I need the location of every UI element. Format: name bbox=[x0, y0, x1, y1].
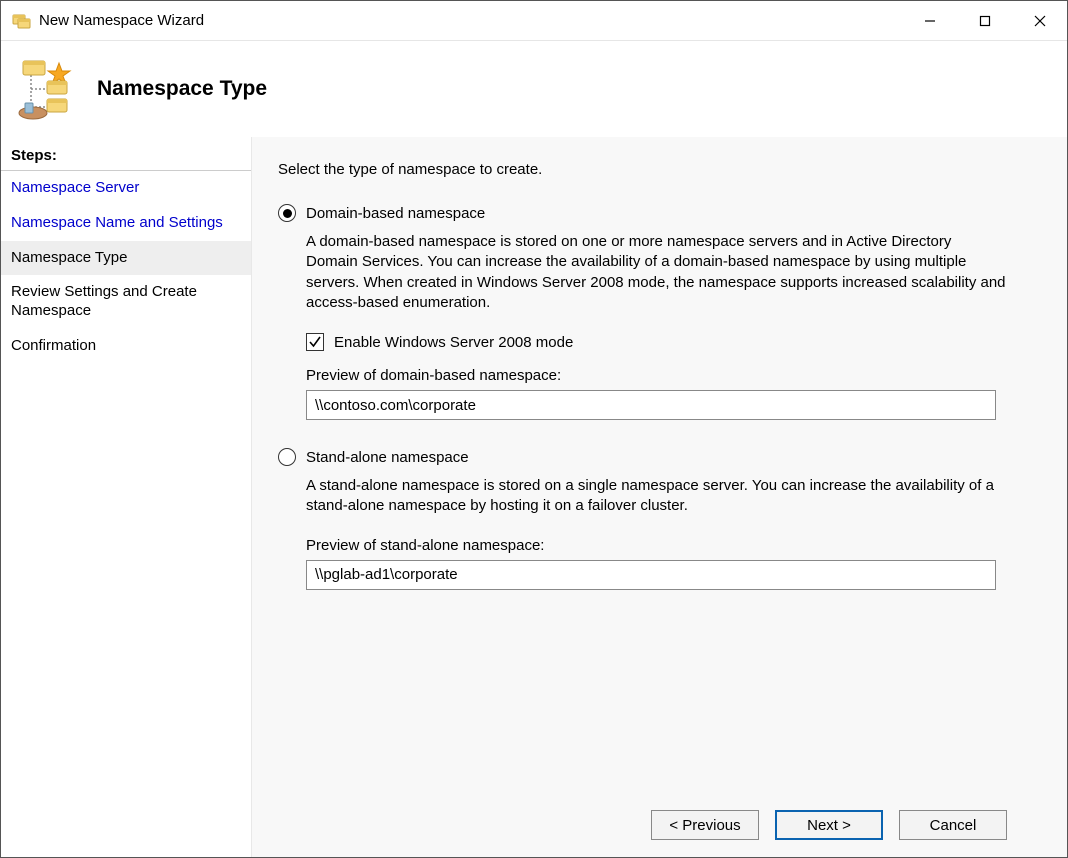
previous-button[interactable]: < Previous bbox=[651, 810, 759, 840]
option-stand-alone: Stand-alone namespace A stand-alone name… bbox=[278, 448, 1033, 590]
radio-stand-alone[interactable] bbox=[278, 448, 296, 466]
cancel-button[interactable]: Cancel bbox=[899, 810, 1007, 840]
preview-value-standalone: \\pglab-ad1\corporate bbox=[306, 560, 996, 590]
body: Steps: Namespace Server Namespace Name a… bbox=[1, 137, 1067, 857]
wizard-banner-icon bbox=[13, 57, 81, 121]
step-namespace-name-and-settings[interactable]: Namespace Name and Settings bbox=[1, 206, 251, 241]
step-namespace-type[interactable]: Namespace Type bbox=[1, 241, 251, 276]
radio-row-domain-based[interactable]: Domain-based namespace bbox=[278, 204, 1033, 222]
radio-row-stand-alone[interactable]: Stand-alone namespace bbox=[278, 448, 1033, 466]
banner: Namespace Type bbox=[1, 41, 1067, 137]
radio-label-domain-based: Domain-based namespace bbox=[306, 205, 485, 222]
wizard-titlebar-icon bbox=[11, 11, 31, 31]
preview-label-domain: Preview of domain-based namespace: bbox=[306, 367, 1033, 384]
window-title: New Namespace Wizard bbox=[39, 12, 902, 29]
description-stand-alone: A stand-alone namespace is stored on a s… bbox=[306, 476, 1006, 517]
step-namespace-server[interactable]: Namespace Server bbox=[1, 171, 251, 206]
instruction-text: Select the type of namespace to create. bbox=[278, 161, 1033, 178]
steps-sidebar: Steps: Namespace Server Namespace Name a… bbox=[1, 137, 251, 857]
banner-heading: Namespace Type bbox=[97, 77, 267, 101]
titlebar: New Namespace Wizard bbox=[1, 1, 1067, 41]
footer: < Previous Next > Cancel bbox=[278, 793, 1033, 857]
checkbox-enable-2008[interactable] bbox=[306, 333, 324, 351]
minimize-button[interactable] bbox=[902, 1, 957, 41]
radio-label-stand-alone: Stand-alone namespace bbox=[306, 449, 469, 466]
step-confirmation[interactable]: Confirmation bbox=[1, 329, 251, 364]
preview-label-standalone: Preview of stand-alone namespace: bbox=[306, 537, 1033, 554]
checkbox-label-enable-2008: Enable Windows Server 2008 mode bbox=[334, 334, 573, 351]
steps-heading: Steps: bbox=[1, 145, 251, 171]
checkbox-row-enable-2008[interactable]: Enable Windows Server 2008 mode bbox=[306, 333, 1033, 351]
close-button[interactable] bbox=[1012, 1, 1067, 41]
description-domain-based: A domain-based namespace is stored on on… bbox=[306, 232, 1006, 313]
wizard-window: New Namespace Wizard bbox=[0, 0, 1068, 858]
option-domain-based: Domain-based namespace A domain-based na… bbox=[278, 204, 1033, 420]
main-panel: Select the type of namespace to create. … bbox=[251, 137, 1067, 857]
preview-value-domain: \\contoso.com\corporate bbox=[306, 390, 996, 420]
next-button[interactable]: Next > bbox=[775, 810, 883, 840]
radio-domain-based[interactable] bbox=[278, 204, 296, 222]
maximize-button[interactable] bbox=[957, 1, 1012, 41]
step-review-settings-and-create[interactable]: Review Settings and Create Namespace bbox=[1, 275, 251, 329]
